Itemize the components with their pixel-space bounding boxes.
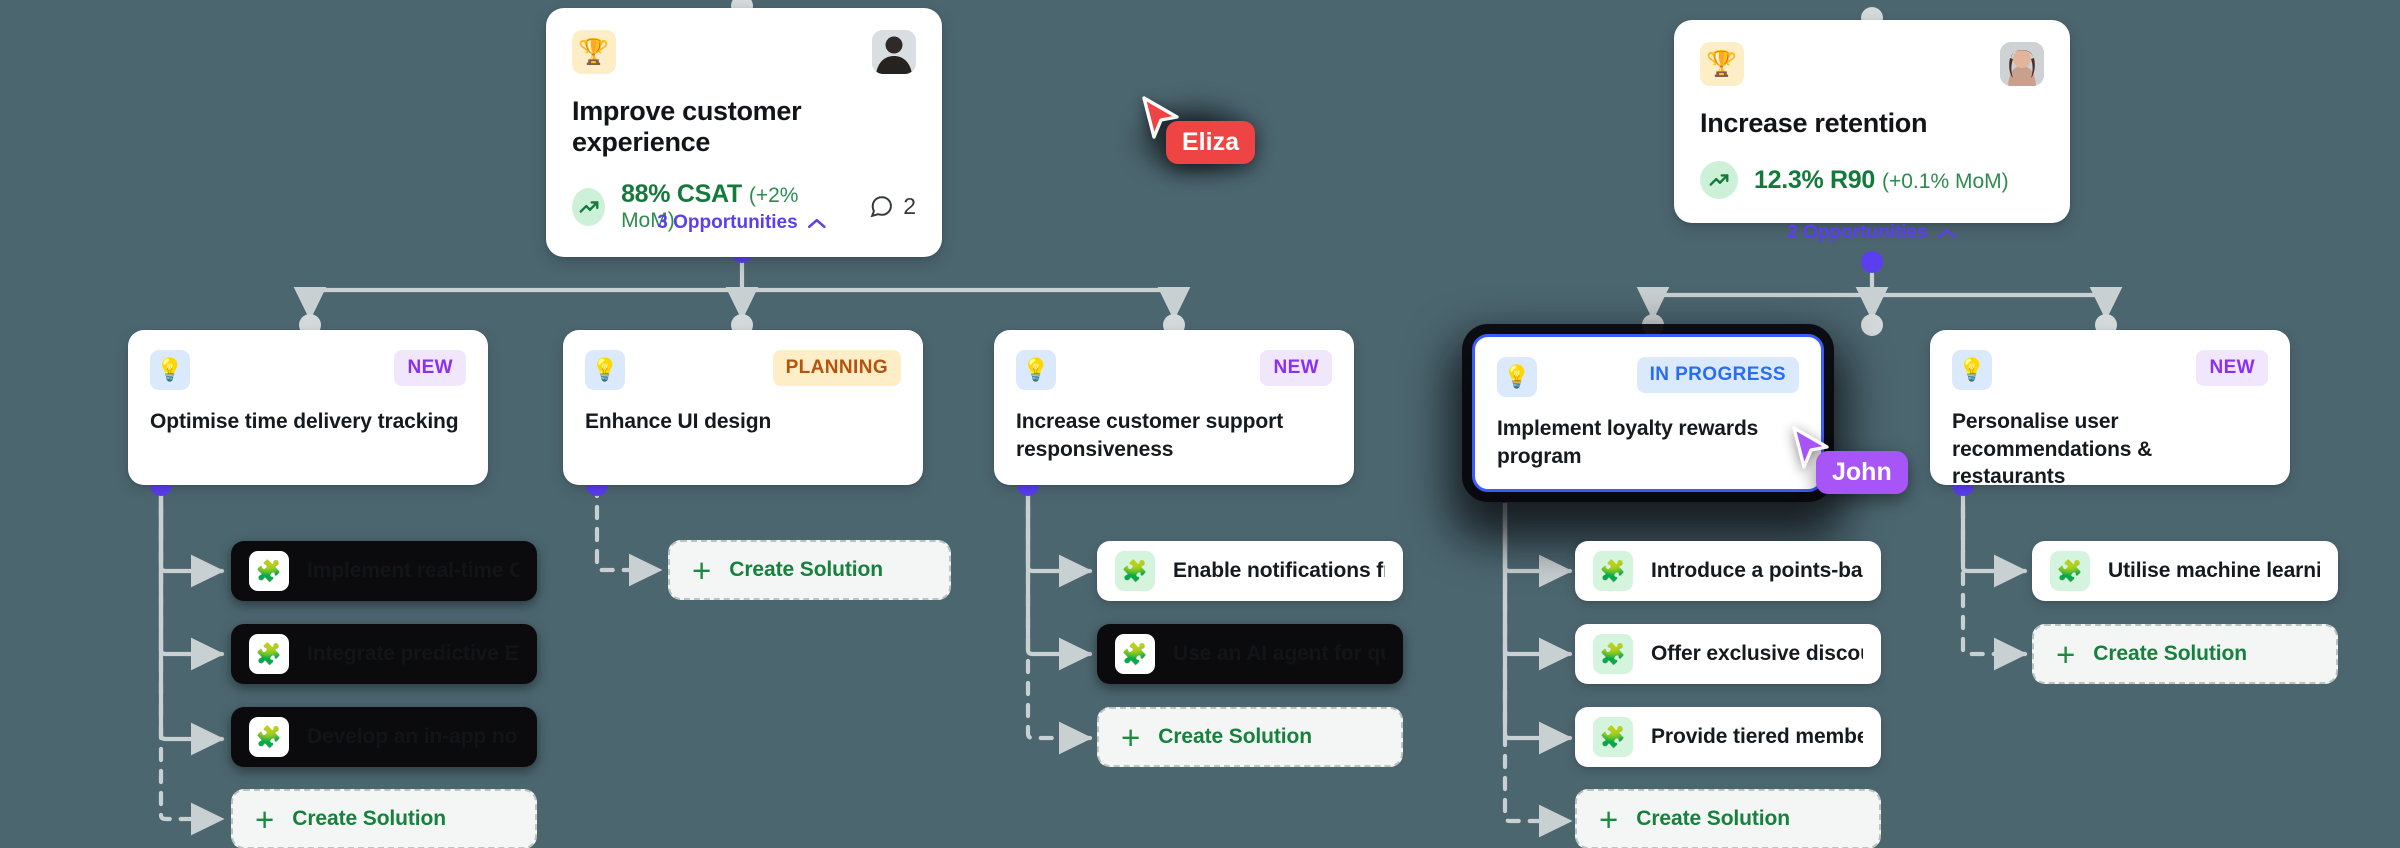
solution-title: Utilise machine learning… (2108, 559, 2320, 582)
opportunity-card-personalise-user-recommendations[interactable]: 💡 NEW Personalise user recommendations &… (1930, 330, 2290, 488)
opportunity-title: Optimise time delivery tracking (150, 410, 459, 433)
avatar[interactable] (872, 30, 916, 74)
goal-title: Increase retention (1700, 108, 1928, 138)
goal-metric-delta: (+0.1% MoM) (1882, 169, 2009, 193)
lightbulb-icon: 💡 (1497, 357, 1537, 397)
trophy-icon: 🏆 (1700, 42, 1744, 86)
solution-title: Introduce a points-base… (1651, 559, 1863, 582)
solution-card-use-an-ai-agent[interactable]: 🧩 Use an AI agent for quick… (1097, 624, 1403, 684)
puzzle-icon: 🧩 (1593, 551, 1633, 591)
opportunity-card-increase-customer-support[interactable]: 💡 NEW Increase customer support responsi… (994, 330, 1354, 485)
goal-metric-value: 88% CSAT (621, 180, 742, 208)
goal-opportunities-toggle-1[interactable]: 3 Opportunities (657, 212, 827, 234)
avatar[interactable] (2000, 42, 2044, 86)
cursor-label-eliza: Eliza (1166, 121, 1255, 164)
plus-icon: + (1599, 800, 1619, 838)
status-badge: NEW (2196, 350, 2268, 386)
cursor-eliza: Eliza (1126, 95, 1266, 183)
goal-metric-value: 12.3% R90 (1754, 165, 1875, 194)
opportunity-card-enhance-ui-design[interactable]: 💡 PLANNING Enhance UI design (563, 330, 923, 485)
opportunity-card-header: 💡 NEW (1016, 350, 1332, 390)
trend-up-icon (572, 187, 606, 226)
avatar-image (872, 30, 916, 74)
opportunity-title: Enhance UI design (585, 410, 772, 433)
plus-icon: + (255, 800, 275, 838)
status-badge: IN PROGRESS (1636, 357, 1799, 393)
puzzle-icon: 🧩 (1593, 717, 1633, 757)
opportunity-card-optimise-time-delivery-tracking[interactable]: 💡 NEW Optimise time delivery tracking (128, 330, 488, 485)
puzzle-icon: 🧩 (2050, 551, 2090, 591)
solution-title: Provide tiered members… (1651, 725, 1863, 748)
solution-card-enable-notifications-from[interactable]: 🧩 Enable notifications from… (1097, 541, 1403, 601)
chevron-up-icon (1938, 228, 1957, 238)
solution-title: Implement real-time GPS… (307, 559, 519, 582)
lightbulb-icon: 💡 (150, 350, 190, 390)
comment-icon (870, 196, 893, 218)
chevron-up-icon (808, 218, 827, 228)
puzzle-icon: 🧩 (249, 717, 289, 757)
create-solution-button-col5[interactable]: + Create Solution (2032, 624, 2338, 684)
goal-metrics: 12.3% R90 (+0.1% MoM) (1700, 161, 2044, 199)
lightbulb-icon: 💡 (1952, 350, 1992, 390)
puzzle-icon: 🧩 (249, 634, 289, 674)
opportunity-card-header: 💡 PLANNING (585, 350, 901, 390)
create-solution-label: Create Solution (1636, 807, 1790, 830)
puzzle-icon: 🧩 (1593, 634, 1633, 674)
solution-card-implement-real-time-gps[interactable]: 🧩 Implement real-time GPS… (231, 541, 537, 601)
opportunities-count-label: 3 Opportunities (657, 212, 798, 233)
solution-card-provide-tiered-members[interactable]: 🧩 Provide tiered members… (1575, 707, 1881, 767)
trend-up-icon (1700, 161, 1738, 199)
solution-card-utilise-machine-learning[interactable]: 🧩 Utilise machine learning… (2032, 541, 2338, 601)
opportunity-card-header: 💡 NEW (1952, 350, 2268, 390)
opportunities-count-label: 2 Opportunities (1787, 222, 1928, 243)
opportunity-title: Implement loyalty rewards program (1497, 417, 1759, 468)
goal-card-header: 🏆 (572, 30, 916, 74)
solution-title: Integrate predictive ETA… (307, 642, 519, 665)
create-solution-button-col1[interactable]: + Create Solution (231, 789, 537, 848)
status-badge: NEW (1260, 350, 1332, 386)
puzzle-icon: 🧩 (249, 551, 289, 591)
plus-icon: + (1121, 718, 1141, 756)
solution-title: Enable notifications from… (1173, 559, 1385, 582)
solution-card-offer-exclusive-discount[interactable]: 🧩 Offer exclusive discount… (1575, 624, 1881, 684)
create-solution-button-col3[interactable]: + Create Solution (1097, 707, 1403, 767)
opportunity-card-implement-loyalty-rewards[interactable]: 💡 IN PROGRESS Implement loyalty rewards … (1472, 334, 1824, 492)
whiteboard-canvas[interactable]: 🏆 Improve customer experience 88% CSAT (+… (0, 0, 2400, 848)
opportunity-card-header: 💡 NEW (150, 350, 466, 390)
goal-card-header: 🏆 (1700, 42, 2044, 86)
cursor-john: John (1790, 425, 1908, 494)
lightbulb-icon: 💡 (1016, 350, 1056, 390)
plus-icon: + (2056, 635, 2076, 673)
create-solution-button-col4[interactable]: + Create Solution (1575, 789, 1881, 848)
puzzle-icon: 🧩 (1115, 634, 1155, 674)
create-solution-label: Create Solution (729, 558, 883, 581)
lightbulb-icon: 💡 (585, 350, 625, 390)
solution-title: Develop an in-app notifi… (307, 725, 519, 748)
create-solution-button-col2[interactable]: + Create Solution (668, 540, 951, 600)
status-badge: PLANNING (772, 350, 901, 386)
solution-card-integrate-predictive-eta[interactable]: 🧩 Integrate predictive ETA… (231, 624, 537, 684)
solution-title: Use an AI agent for quick… (1173, 642, 1385, 665)
status-badge: NEW (394, 350, 466, 386)
cursor-label-john: John (1816, 451, 1908, 494)
create-solution-label: Create Solution (292, 807, 446, 830)
goal-card-increase-retention[interactable]: 🏆 Increase retention 12.3% R90 (+0.1% Mo… (1674, 20, 2070, 223)
opportunity-card-header: 💡 IN PROGRESS (1497, 357, 1799, 397)
trophy-icon: 🏆 (572, 30, 616, 74)
opportunity-title: Personalise user recommendations & resta… (1952, 410, 2153, 489)
goal-opportunities-toggle-2[interactable]: 2 Opportunities (1787, 222, 1957, 244)
goal-title: Improve customer experience (572, 96, 802, 157)
solution-card-introduce-points-based[interactable]: 🧩 Introduce a points-base… (1575, 541, 1881, 601)
avatar-image (2000, 42, 2044, 86)
solution-card-develop-in-app-notification[interactable]: 🧩 Develop an in-app notifi… (231, 707, 537, 767)
create-solution-label: Create Solution (1158, 725, 1312, 748)
puzzle-icon: 🧩 (1115, 551, 1155, 591)
opportunity-title: Increase customer support responsiveness (1016, 410, 1284, 461)
create-solution-label: Create Solution (2093, 642, 2247, 665)
comment-count: 2 (903, 193, 916, 219)
comments-button[interactable]: 2 (869, 193, 916, 220)
solution-title: Offer exclusive discount… (1651, 642, 1863, 665)
plus-icon: + (692, 551, 712, 589)
